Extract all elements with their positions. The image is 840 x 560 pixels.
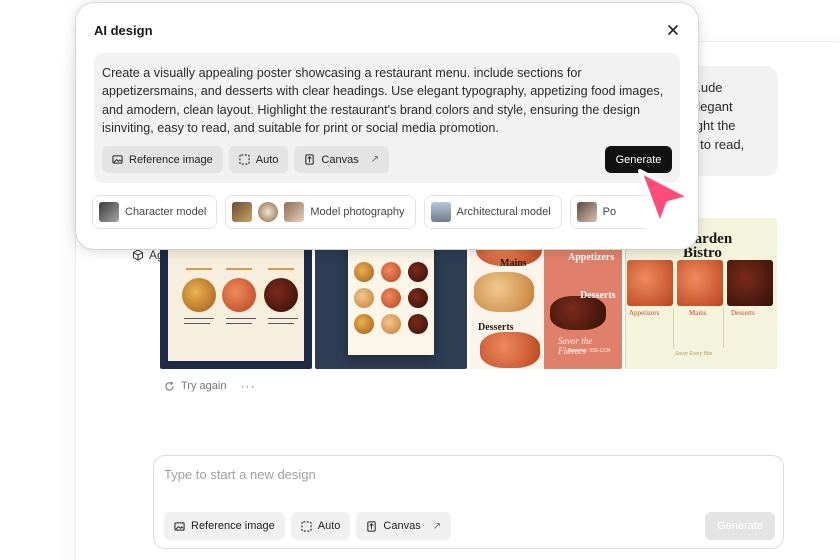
dialog-title: AI design	[94, 23, 153, 38]
more-options-button[interactable]: ···	[240, 379, 255, 393]
divider	[226, 268, 252, 270]
character-thumb-icon	[99, 202, 119, 222]
canvas-icon	[305, 154, 315, 165]
text-line	[226, 318, 256, 319]
model-presets: Character model Model photography Archit…	[92, 195, 646, 229]
background-prompt-text: ...ude elegant light the y to read,	[690, 66, 778, 176]
external-arrow-icon: ↗	[432, 520, 442, 532]
food-image	[182, 278, 216, 312]
model-portrait[interactable]: Po	[569, 195, 646, 229]
food-image	[727, 260, 773, 306]
food-image	[627, 260, 673, 306]
text-line	[268, 318, 298, 319]
food-image	[264, 278, 298, 312]
section-caption: Desserts	[731, 309, 755, 317]
photo-thumb-icon	[232, 202, 253, 222]
section-heading: Mains	[500, 258, 527, 269]
text-line	[184, 323, 210, 324]
food-image	[381, 262, 401, 282]
bg-prompt-line: light the	[690, 118, 736, 133]
portrait-thumb-icon	[576, 202, 597, 222]
dashed-square-icon	[301, 520, 312, 532]
food-image	[408, 314, 428, 334]
model-label: Model photography	[310, 206, 405, 218]
pointer-cursor-icon	[638, 169, 692, 227]
text-line	[268, 323, 294, 324]
auto-button[interactable]: Auto	[228, 146, 289, 173]
model-label: Po	[602, 206, 617, 218]
divider	[268, 268, 294, 270]
dashed-square-icon	[239, 154, 250, 165]
building-thumb-icon	[430, 202, 451, 222]
food-image	[354, 314, 374, 334]
food-image	[222, 278, 256, 312]
poster-footer: Savor Every Bite	[675, 351, 713, 357]
try-again-button[interactable]: Try again	[181, 380, 226, 392]
generate-button-disabled[interactable]: Generate	[705, 512, 775, 540]
auto-label: Auto	[317, 520, 341, 532]
prompt-box[interactable]: Create a visually appealing poster showc…	[94, 53, 680, 183]
cup-thumb-icon	[258, 202, 279, 222]
reference-image-button[interactable]: Reference image	[102, 146, 223, 173]
text-line	[184, 318, 214, 319]
section-heading: Appetizers	[568, 252, 615, 263]
canvas-label: Canvas	[321, 153, 359, 166]
image-icon	[174, 521, 185, 531]
new-design-input[interactable]: Type to start a new design	[164, 467, 316, 482]
divider	[673, 308, 674, 348]
bg-prompt-line: y to read,	[690, 137, 745, 152]
section-heading: Desserts	[580, 290, 616, 301]
bg-prompt-line: elegant	[690, 99, 733, 114]
result-actions: Try again ···	[164, 379, 255, 393]
canvas-button[interactable]: Canvas ↗	[294, 146, 390, 173]
composer-tools: Reference image Auto Canvas ↗	[164, 512, 452, 540]
food-image	[550, 296, 606, 330]
food-image	[408, 262, 428, 282]
prompt-tools: Reference image Auto Canvas ↗	[102, 146, 390, 173]
external-arrow-icon: ↗	[370, 154, 380, 165]
ai-design-dialog: AI design Create a visually appealing po…	[76, 3, 698, 249]
image-icon	[112, 155, 123, 164]
reference-image-button[interactable]: Reference image	[164, 512, 285, 540]
food-image	[480, 332, 540, 368]
food-image	[677, 260, 723, 306]
model-photography[interactable]: Model photography	[225, 195, 416, 229]
model-label: Architectural model	[456, 206, 551, 218]
canvas-label: Canvas	[383, 520, 421, 532]
food-image	[354, 288, 374, 308]
model-label: Character model	[125, 206, 207, 218]
auto-button[interactable]: Auto	[290, 512, 351, 540]
reference-image-label: Reference image	[191, 520, 275, 532]
model-architectural[interactable]: Architectural model	[423, 195, 562, 229]
food-image	[381, 288, 401, 308]
close-icon[interactable]	[666, 23, 680, 37]
section-heading: Desserts	[478, 322, 514, 333]
food-image	[408, 288, 428, 308]
bg-prompt-line: ...ude	[690, 80, 723, 95]
auto-label: Auto	[255, 153, 279, 166]
new-design-composer: Type to start a new design Reference ima…	[153, 455, 784, 549]
divider	[723, 308, 724, 348]
refresh-icon	[165, 381, 174, 391]
food-image	[354, 262, 374, 282]
portrait-thumb-icon	[284, 202, 305, 222]
food-image	[381, 314, 401, 334]
canvas-icon	[367, 520, 377, 532]
prompt-input[interactable]: Create a visually appealing poster showc…	[102, 64, 672, 137]
section-caption: Appetizers	[629, 309, 660, 317]
text-line	[226, 323, 252, 324]
section-caption: Mains	[689, 309, 707, 317]
poster-small-text: Reserve: 555-1234	[568, 348, 611, 354]
divider	[186, 268, 212, 270]
canvas-button[interactable]: Canvas ↗	[356, 512, 452, 540]
food-image	[474, 272, 534, 312]
cube-icon	[133, 249, 143, 261]
model-character[interactable]: Character model	[92, 195, 218, 229]
reference-image-label: Reference image	[129, 153, 213, 166]
poster-title-line: Bistro	[683, 245, 722, 261]
